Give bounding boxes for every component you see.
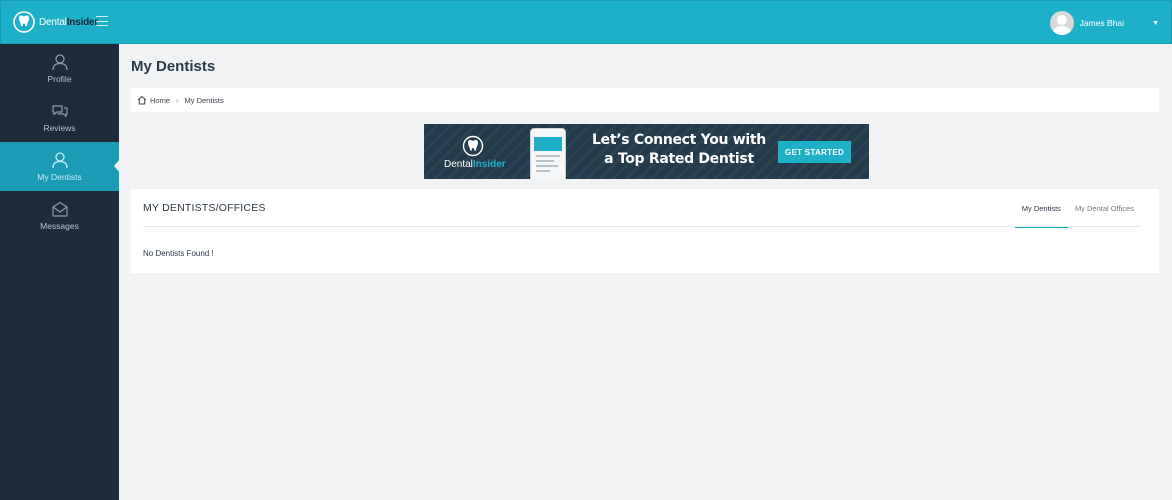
tooth-logo-icon: [462, 135, 484, 157]
user-icon: [51, 54, 68, 71]
user-name: James Bhai: [1079, 18, 1125, 28]
chat-bubbles-icon: [51, 105, 68, 118]
brand-logo[interactable]: DentalInsider: [13, 10, 98, 34]
phone-mockup-image: [530, 128, 566, 179]
panel-tabs: My Dentists My Dental Offices: [1014, 189, 1141, 228]
chevron-down-icon: ▼: [1152, 19, 1159, 27]
chevron-right-icon: ›: [176, 95, 179, 105]
sidebar-item-messages[interactable]: Messages: [0, 191, 119, 240]
sidebar-item-label: Profile: [47, 74, 72, 84]
empty-state-message: No Dentists Found !: [143, 249, 214, 258]
envelope-icon: [51, 201, 68, 217]
sidebar: Profile Reviews My Dentists Messages: [0, 44, 120, 500]
sidebar-item-label: Messages: [40, 221, 79, 231]
page-title: My Dentists: [131, 58, 216, 75]
main-content: My Dentists Home › My Dentists DentalIns…: [119, 44, 1172, 500]
banner-brand-name: DentalInsider: [444, 159, 506, 170]
banner-headline: Let’s Connect You with a Top Rated Denti…: [592, 132, 766, 167]
tab-my-dentists[interactable]: My Dentists: [1014, 189, 1069, 228]
sidebar-item-label: My Dentists: [37, 172, 82, 182]
user-menu[interactable]: James Bhai ▼: [1049, 11, 1159, 35]
divider: [143, 226, 1141, 227]
breadcrumb-current: My Dentists: [184, 95, 224, 105]
dentists-panel: MY DENTISTS/OFFICES My Dentists My Denta…: [131, 189, 1159, 273]
dentist-user-icon: [51, 152, 68, 169]
breadcrumb-home-link[interactable]: Home: [150, 96, 170, 105]
panel-title: MY DENTISTS/OFFICES: [143, 202, 266, 214]
top-bar: DentalInsider James Bhai ▼: [0, 0, 1172, 44]
brand-name: DentalInsider: [39, 16, 99, 28]
home-icon: [137, 95, 147, 105]
menu-toggle-icon[interactable]: [96, 16, 108, 26]
sidebar-item-reviews[interactable]: Reviews: [0, 93, 119, 142]
sidebar-item-profile[interactable]: Profile: [0, 44, 119, 93]
avatar: [1049, 11, 1074, 35]
get-started-button[interactable]: GET STARTED: [778, 141, 851, 163]
tooth-logo-icon: [13, 11, 35, 33]
sidebar-item-label: Reviews: [43, 123, 76, 133]
tab-my-dental-offices[interactable]: My Dental Offices: [1068, 189, 1141, 227]
promo-banner[interactable]: DentalInsider Let’s Connect You with a T…: [424, 124, 869, 179]
breadcrumb: Home › My Dentists: [131, 88, 1159, 112]
sidebar-item-my-dentists[interactable]: My Dentists: [0, 142, 120, 191]
